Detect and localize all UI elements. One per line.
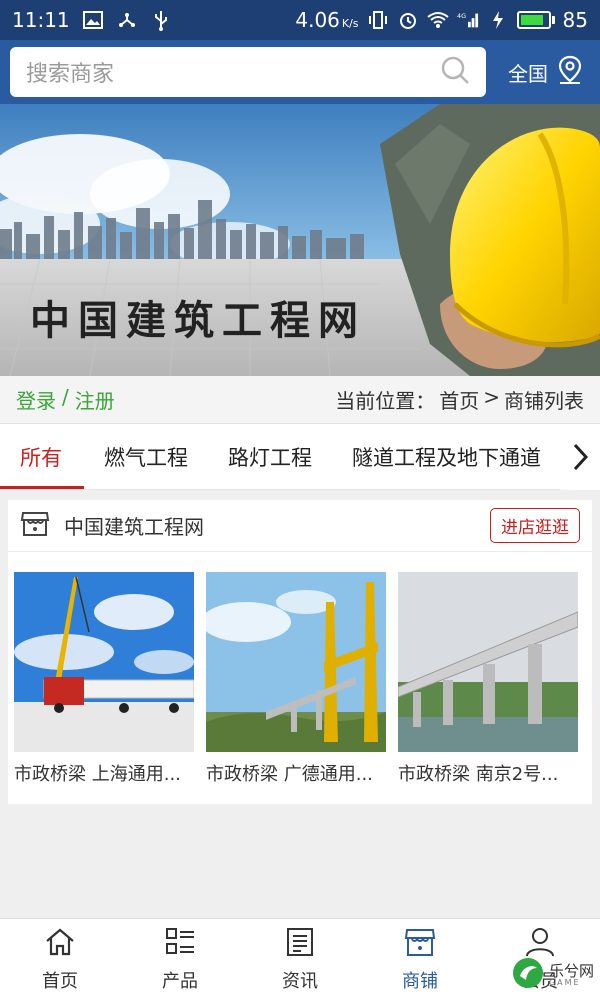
chevron-right-icon[interactable] <box>560 424 600 490</box>
register-link[interactable]: 注册 <box>75 385 115 414</box>
watermark-logo-icon <box>511 956 545 994</box>
product-image[interactable] <box>14 572 194 752</box>
shop-header: 中国建筑工程网 进店逛逛 <box>8 500 592 552</box>
image-icon <box>82 9 104 31</box>
breadcrumb-arrow: > <box>483 385 500 409</box>
charging-icon <box>487 9 509 31</box>
status-bar: 11:11 4.06 K/s 4G 85 <box>0 0 600 40</box>
shop-name[interactable]: 中国建筑工程网 <box>64 511 204 540</box>
signal-icon: 4G <box>457 9 479 31</box>
product-title[interactable]: 市政桥梁 上海通用... <box>14 760 194 786</box>
bottom-nav: 首页 产品 资讯 商铺 会员 <box>0 918 600 1000</box>
nav-store[interactable]: 商铺 <box>360 919 480 1000</box>
tab-gas-engineering[interactable]: 燃气工程 <box>84 424 208 489</box>
store-icon <box>20 510 50 542</box>
nav-home[interactable]: 首页 <box>0 919 120 1000</box>
login-links: 登录 / 注册 <box>16 385 115 414</box>
news-icon <box>284 926 316 963</box>
login-location-row: 登录 / 注册 当前位置： 首页 > 商铺列表 <box>0 376 600 424</box>
status-time: 11:11 <box>12 8 70 32</box>
tab-all[interactable]: 所有 <box>0 424 84 489</box>
banner-image[interactable]: 中国建筑工程网 <box>0 104 600 376</box>
breadcrumb: 当前位置： 首页 > 商铺列表 <box>335 385 584 414</box>
region-selector[interactable]: 全国 <box>508 55 590 90</box>
breadcrumb-label: 当前位置： <box>335 389 436 413</box>
category-tabs: 所有 燃气工程 路灯工程 隧道工程及地下通道 <box>0 424 600 490</box>
product-image[interactable] <box>398 572 578 752</box>
nav-products[interactable]: 产品 <box>120 919 240 1000</box>
product-image[interactable] <box>206 572 386 752</box>
nav-news[interactable]: 资讯 <box>240 919 360 1000</box>
network-speed: 4.06 K/s <box>295 8 359 32</box>
search-input[interactable]: 搜索商家 <box>10 47 486 97</box>
watermark-text: 乐兮网 <box>548 961 594 980</box>
product-title[interactable]: 市政桥梁 广德通用... <box>206 760 386 786</box>
location-pin-icon <box>556 55 584 90</box>
banner-title: 中国建筑工程网 <box>30 297 366 344</box>
visit-shop-button[interactable]: 进店逛逛 <box>490 508 580 543</box>
login-separator: / <box>62 385 69 409</box>
login-link[interactable]: 登录 <box>16 385 56 414</box>
vibrate-icon <box>367 9 389 31</box>
product-item[interactable]: 市政桥梁 广德通用... <box>206 572 386 786</box>
watermark: 乐兮网 GAME <box>511 956 594 994</box>
product-item[interactable]: 市政桥梁 上海通用... <box>14 572 194 786</box>
product-title[interactable]: 市政桥梁 南京2号... <box>398 760 578 786</box>
share-icon <box>116 9 138 31</box>
watermark-sub: GAME <box>548 977 581 987</box>
search-icon[interactable] <box>440 55 470 89</box>
nav-store-label: 商铺 <box>402 971 438 992</box>
nav-news-label: 资讯 <box>282 971 318 992</box>
alarm-icon <box>397 9 419 31</box>
battery-percent: 85 <box>562 8 588 32</box>
top-header: 搜索商家 全国 <box>0 40 600 104</box>
tab-streetlight-engineering[interactable]: 路灯工程 <box>208 424 332 489</box>
store-icon <box>404 926 436 963</box>
list-icon <box>164 926 196 963</box>
usb-icon <box>150 9 172 31</box>
search-placeholder: 搜索商家 <box>26 62 115 87</box>
shop-card: 中国建筑工程网 进店逛逛 市政桥梁 上海通用... 市政桥梁 广德通用... 市… <box>8 500 592 804</box>
wifi-icon <box>426 9 449 31</box>
battery-icon <box>516 11 555 29</box>
svg-text:4G: 4G <box>457 12 466 20</box>
tab-tunnel-engineering[interactable]: 隧道工程及地下通道 <box>332 424 561 489</box>
nav-home-label: 首页 <box>42 971 78 992</box>
region-label: 全国 <box>508 61 548 86</box>
app-screen: 11:11 4.06 K/s 4G 85 搜索商家 全国 中国建筑工程网 登录 … <box>0 0 600 1000</box>
product-item[interactable]: 市政桥梁 南京2号... <box>398 572 578 786</box>
product-list: 市政桥梁 上海通用... 市政桥梁 广德通用... 市政桥梁 南京2号... <box>8 552 592 786</box>
breadcrumb-home[interactable]: 首页 <box>439 385 479 414</box>
nav-products-label: 产品 <box>162 971 198 992</box>
home-icon <box>44 926 76 963</box>
breadcrumb-current: 商铺列表 <box>504 389 584 413</box>
